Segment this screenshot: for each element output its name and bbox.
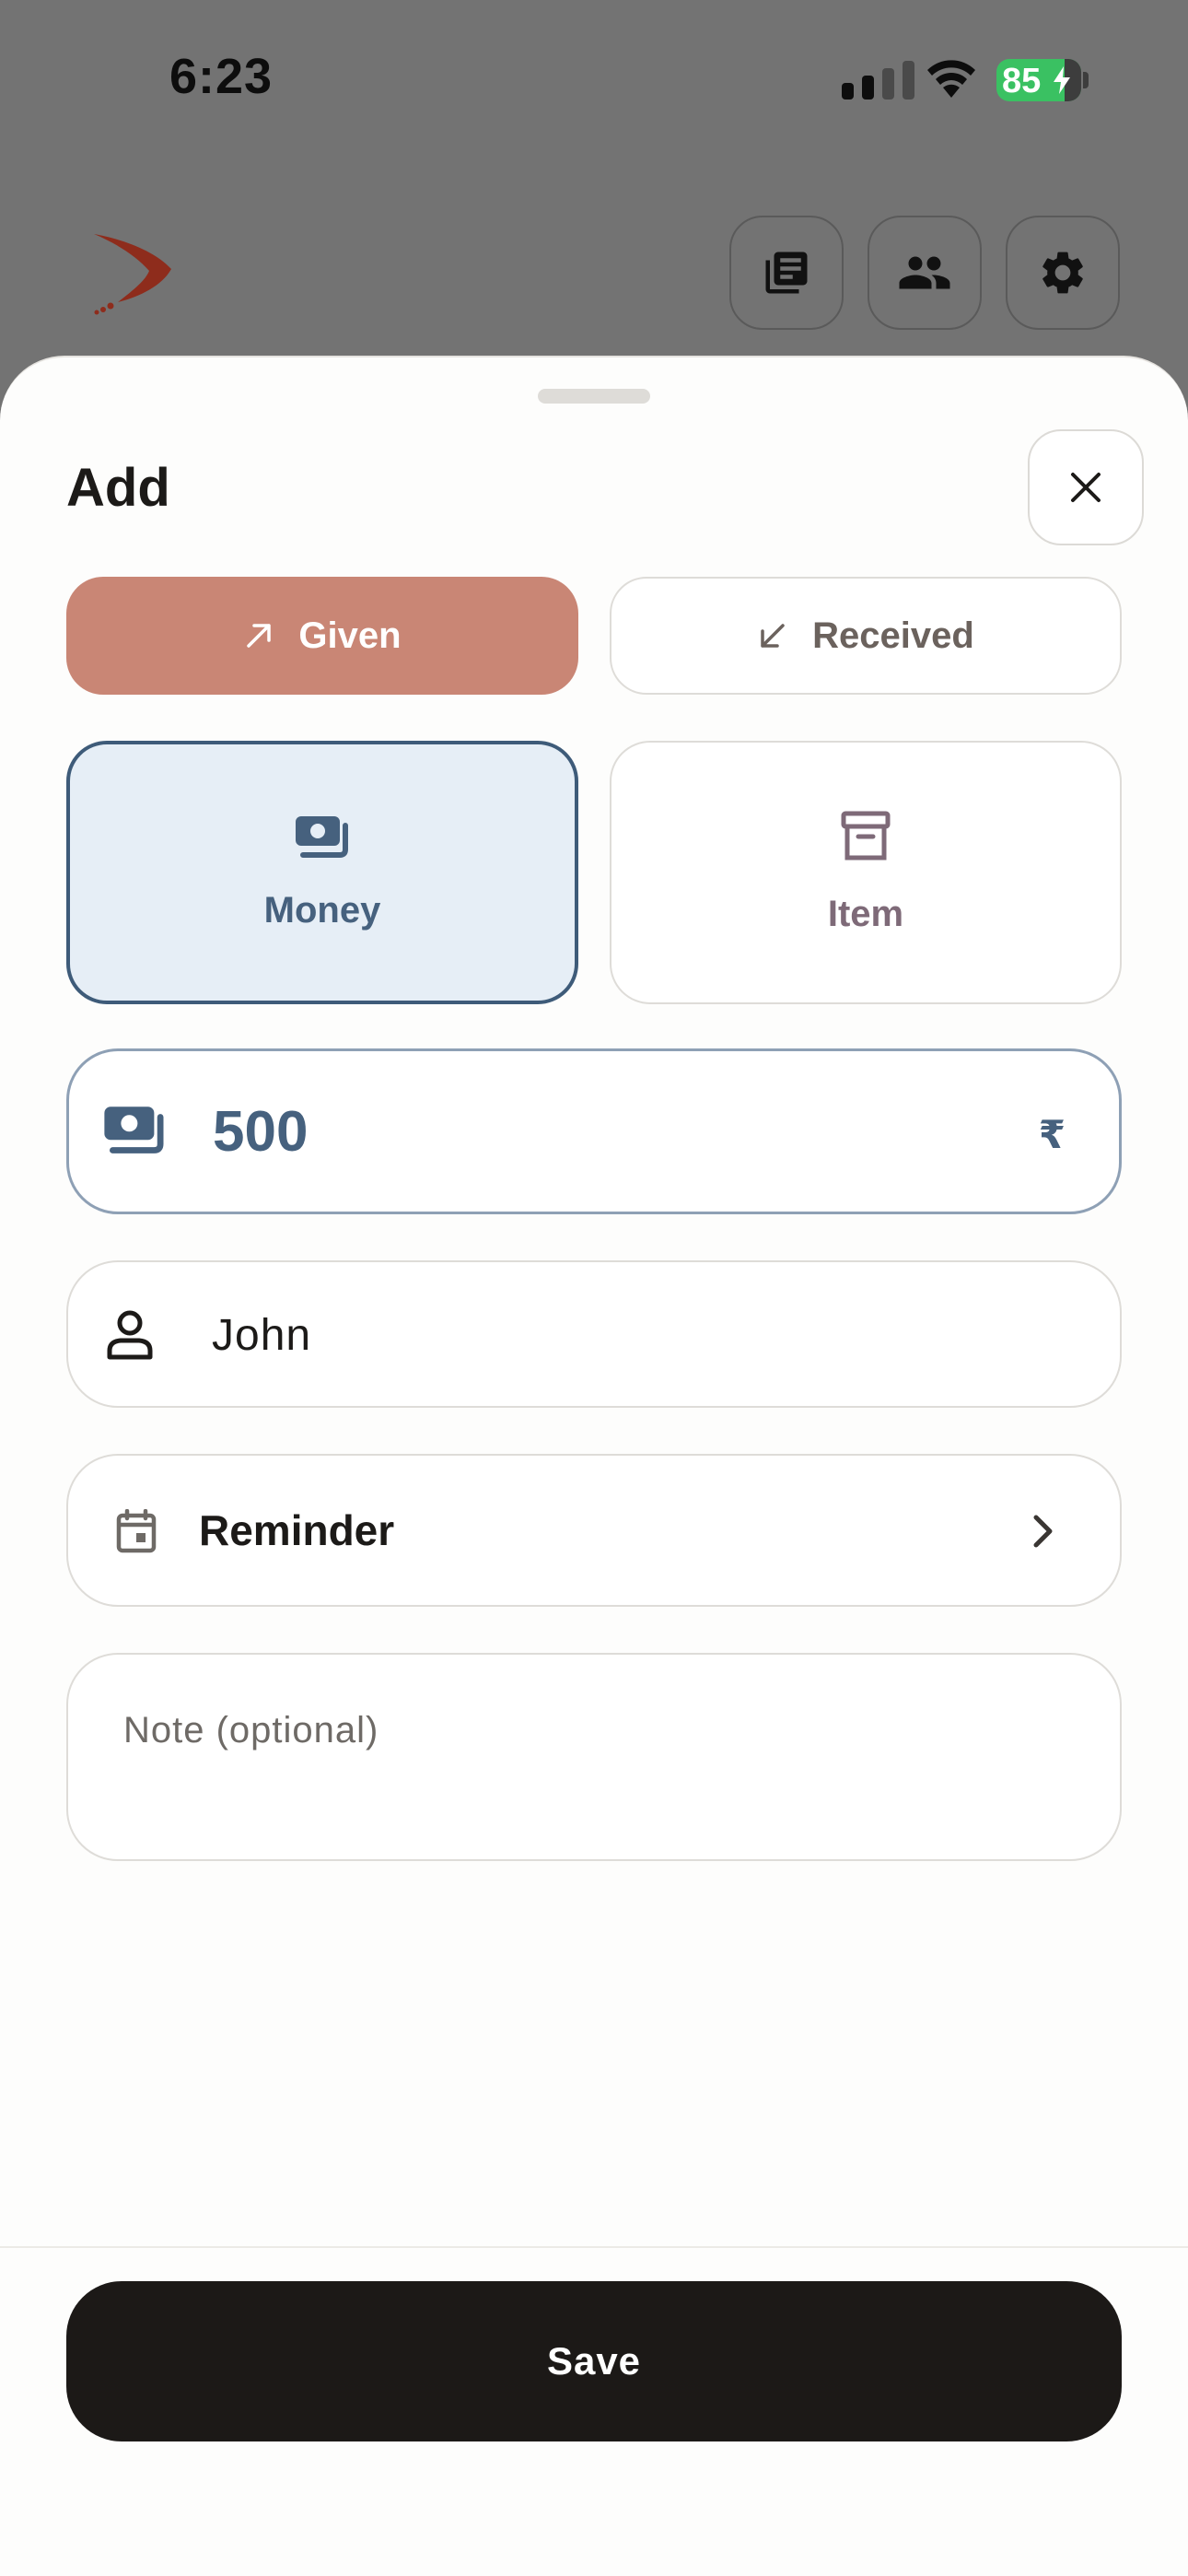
note-input[interactable]: Note (optional)	[66, 1653, 1122, 1861]
people-icon	[899, 256, 950, 289]
save-button[interactable]: Save	[66, 2281, 1122, 2441]
item-type-card[interactable]: Item	[610, 741, 1122, 1004]
add-sheet: Add Given Received Money Item 500 ₹ John…	[0, 356, 1188, 2576]
wifi-icon	[927, 60, 975, 98]
battery-level: 85	[1002, 62, 1042, 100]
received-label: Received	[812, 615, 974, 656]
gear-icon	[1042, 252, 1083, 294]
status-time: 6:23	[169, 49, 274, 104]
settings-button[interactable]	[1006, 216, 1120, 330]
person-name-input[interactable]: John	[66, 1260, 1122, 1408]
archive-box-icon	[841, 811, 891, 860]
money-label: Money	[263, 889, 381, 931]
arrow-up-right-icon	[247, 624, 272, 648]
library-icon	[765, 252, 808, 294]
person-name-value: John	[212, 1311, 312, 1360]
close-button[interactable]	[1028, 429, 1144, 545]
status-bar: 6:23 85	[0, 0, 1188, 157]
arrow-down-left-icon	[761, 624, 785, 648]
calendar-icon	[116, 1509, 157, 1553]
given-button[interactable]: Given	[66, 577, 578, 695]
money-icon	[296, 815, 348, 858]
money-icon	[104, 1107, 164, 1153]
reminder-row[interactable]: Reminder	[66, 1454, 1122, 1607]
footer-divider	[0, 2246, 1188, 2248]
received-button[interactable]: Received	[610, 577, 1122, 695]
sheet-grabber[interactable]	[538, 389, 650, 404]
currency-symbol: ₹	[1038, 1113, 1066, 1156]
sheet-title: Add	[66, 458, 170, 518]
reminder-label: Reminder	[199, 1506, 395, 1554]
given-label: Given	[298, 615, 402, 656]
battery-icon: 85	[996, 59, 1081, 101]
amount-input[interactable]: 500 ₹	[66, 1048, 1122, 1214]
close-icon	[1071, 473, 1101, 502]
item-label: Item	[827, 893, 904, 934]
people-button[interactable]	[868, 216, 982, 330]
amount-value: 500	[213, 1100, 309, 1164]
library-button[interactable]	[729, 216, 844, 330]
person-icon	[107, 1310, 153, 1360]
money-type-card[interactable]: Money	[66, 741, 578, 1004]
chevron-right-icon	[1033, 1515, 1053, 1548]
cellular-signal-icon	[842, 61, 917, 100]
boomerang-logo-icon	[94, 234, 171, 315]
note-placeholder: Note (optional)	[123, 1710, 379, 1751]
